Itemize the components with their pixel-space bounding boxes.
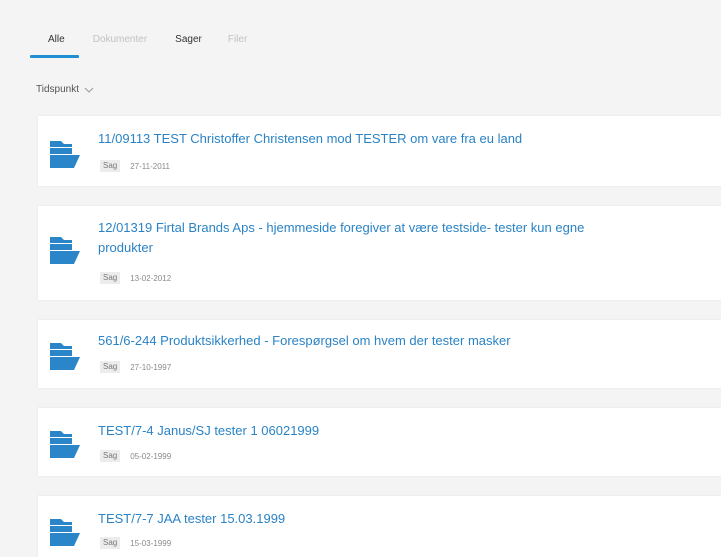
result-date: 27-10-1997 <box>130 362 172 372</box>
tab-sager[interactable]: Sager <box>161 32 216 58</box>
tab-alle[interactable]: Alle <box>30 32 79 58</box>
result-type-badge: Sag <box>100 272 121 284</box>
result-meta: Sag 05-02-1999 <box>100 450 171 462</box>
result-date: 13-02-2012 <box>130 273 172 283</box>
result-card[interactable]: 12/01319 Firtal Brands Aps - hjemmeside … <box>38 206 721 300</box>
folder-icon <box>50 519 80 546</box>
tab-bar: Alle Dokumenter Sager Filer <box>30 32 259 60</box>
result-title[interactable]: 11/09113 TEST Christoffer Christensen mo… <box>98 129 721 148</box>
folder-icon <box>50 141 80 168</box>
result-date: 15-03-1999 <box>130 538 172 548</box>
result-title[interactable]: 561/6-244 Produktsikkerhed - Forespørgse… <box>98 331 721 350</box>
chevron-down-icon <box>84 87 94 93</box>
result-card[interactable]: TEST/7-4 Janus/SJ tester 1 06021999 Sag … <box>38 408 721 476</box>
folder-icon <box>50 343 80 370</box>
result-card[interactable]: 11/09113 TEST Christoffer Christensen mo… <box>38 116 721 186</box>
tab-filer[interactable]: Filer <box>216 32 259 58</box>
result-date: 27-11-2011 <box>130 161 170 171</box>
result-date: 05-02-1999 <box>130 451 172 461</box>
result-title[interactable]: TEST/7-7 JAA tester 15.03.1999 <box>98 509 721 528</box>
result-title-continued[interactable]: produkter <box>98 238 721 257</box>
result-type-badge: Sag <box>100 537 121 549</box>
tab-dokumenter[interactable]: Dokumenter <box>79 32 161 58</box>
folder-icon <box>50 431 80 458</box>
folder-icon <box>50 237 80 264</box>
result-title[interactable]: 12/01319 Firtal Brands Aps - hjemmeside … <box>98 218 721 237</box>
result-type-badge: Sag <box>100 361 121 373</box>
time-filter-label: Tidspunkt <box>36 84 79 95</box>
result-title[interactable]: TEST/7-4 Janus/SJ tester 1 06021999 <box>98 421 721 440</box>
time-filter-dropdown[interactable]: Tidspunkt <box>36 84 94 95</box>
result-meta: Sag 15-03-1999 <box>100 537 171 549</box>
result-meta: Sag 27-11-2011 <box>100 160 170 172</box>
result-meta: Sag 27-10-1997 <box>100 361 171 373</box>
result-card[interactable]: 561/6-244 Produktsikkerhed - Forespørgse… <box>38 320 721 388</box>
search-results-page: Alle Dokumenter Sager Filer Tidspunkt 11… <box>0 0 721 557</box>
result-type-badge: Sag <box>100 450 121 462</box>
result-type-badge: Sag <box>100 160 121 172</box>
result-meta: Sag 13-02-2012 <box>100 272 171 284</box>
result-card[interactable]: TEST/7-7 JAA tester 15.03.1999 Sag 15-03… <box>38 496 721 557</box>
